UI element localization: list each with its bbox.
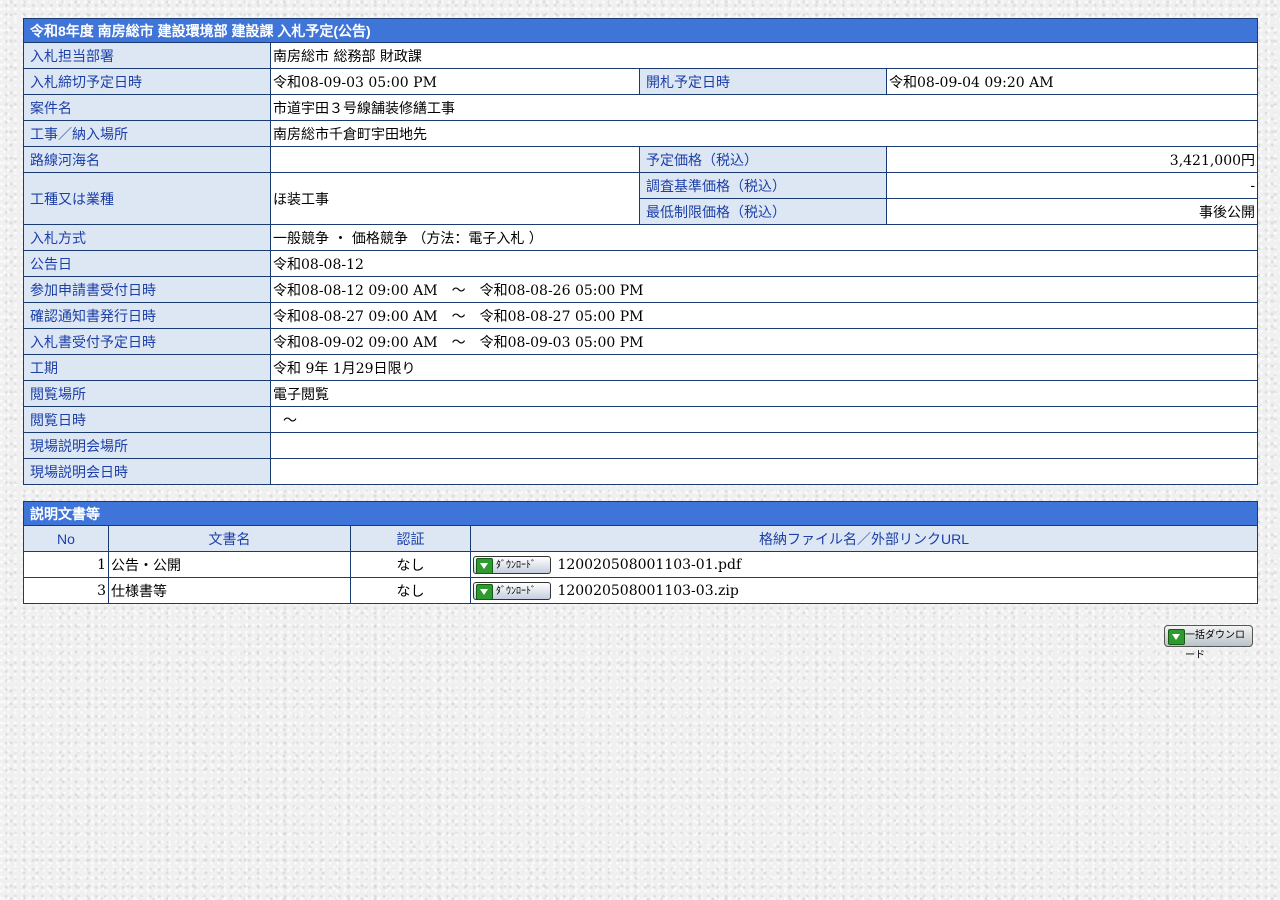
doc-file-name: 120020508001103-01.pdf (557, 556, 742, 573)
download-icon (476, 583, 493, 600)
docs-table: 説明文書等 No 文書名 認証 格納ファイル名／外部リンクURL 1 公告・公開… (23, 501, 1258, 604)
col-auth: 認証 (350, 525, 471, 552)
method-label: 入札方式 (23, 224, 271, 251)
bid-recv-value: 令和08-09-02 09:00 AM ～ 令和08-09-03 05:00 P… (269, 328, 1259, 355)
notice-value: 令和08-08-12 (269, 250, 1259, 277)
doc-no: 3 (23, 577, 109, 604)
download-button[interactable]: ﾀﾞｳﾝﾛｰﾄﾞ (473, 555, 551, 574)
bulk-download-button[interactable]: 一括ダウンロード (1164, 625, 1253, 661)
docs-title: 説明文書等 (23, 501, 1258, 526)
confirm-label: 確認通知書発行日時 (23, 302, 271, 329)
download-icon (1168, 629, 1185, 645)
bulk-download-label: 一括ダウンロード (1185, 630, 1245, 661)
site-time-label: 現場説明会日時 (23, 458, 271, 485)
bid-info-title: 令和8年度 南房総市 建設環境部 建設課 入札予定(公告) (22, 18, 1259, 43)
apply-value: 令和08-08-12 09:00 AM ～ 令和08-08-26 05:00 P… (269, 276, 1259, 303)
site-place-value (269, 432, 1259, 459)
view-place-value: 電子閲覧 (269, 380, 1259, 407)
est-price-value: 3,421,000円 (885, 146, 1259, 173)
opening-label: 開札予定日時 (639, 68, 887, 95)
location-value: 南房総市千倉町宇田地先 (269, 120, 1259, 147)
project-value: 市道宇田３号線舗装修繕工事 (269, 94, 1259, 121)
col-no: No (23, 525, 109, 552)
min-price-label: 最低制限価格（税込） (639, 198, 887, 225)
notice-label: 公告日 (23, 250, 271, 277)
download-icon (476, 557, 493, 574)
doc-name: 公告・公開 (108, 551, 351, 578)
doc-no: 1 (23, 551, 109, 578)
download-label: ﾀﾞｳﾝﾛｰﾄﾞ (496, 585, 536, 597)
doc-auth: なし (350, 577, 471, 604)
survey-price-label: 調査基準価格（税込） (639, 172, 887, 199)
download-button[interactable]: ﾀﾞｳﾝﾛｰﾄﾞ (473, 581, 551, 600)
doc-auth: なし (350, 551, 471, 578)
min-price-value: 事後公開 (885, 198, 1259, 225)
view-place-label: 閲覧場所 (23, 380, 271, 407)
download-label: ﾀﾞｳﾝﾛｰﾄﾞ (496, 559, 536, 571)
table-row: 3 仕様書等 なし ﾀﾞｳﾝﾛｰﾄﾞ 120020508001103-03.zi… (23, 577, 1258, 604)
project-label: 案件名 (23, 94, 271, 121)
type-label: 工種又は業種 (23, 172, 271, 225)
site-place-label: 現場説明会場所 (23, 432, 271, 459)
apply-label: 参加申請書受付日時 (23, 276, 271, 303)
period-value: 令和 9年 1月29日限り (269, 354, 1259, 381)
dept-label: 入札担当部署 (23, 42, 271, 69)
doc-file-cell: ﾀﾞｳﾝﾛｰﾄﾞ 120020508001103-01.pdf (470, 551, 1258, 578)
col-file: 格納ファイル名／外部リンクURL (470, 525, 1258, 552)
method-value: 一般競争 ・ 価格競争 （方法：電子入札 ） (269, 224, 1259, 251)
bid-recv-label: 入札書受付予定日時 (23, 328, 271, 355)
route-value (270, 146, 640, 173)
period-label: 工期 (23, 354, 271, 381)
survey-price-value: - (885, 172, 1259, 199)
est-price-label: 予定価格（税込） (639, 146, 887, 173)
doc-file-cell: ﾀﾞｳﾝﾛｰﾄﾞ 120020508001103-03.zip (470, 577, 1258, 604)
type-value: ほ装工事 (270, 172, 640, 225)
opening-value: 令和08-09-04 09:20 AM (885, 68, 1259, 95)
view-time-value: ～ (269, 406, 1259, 433)
dept-value: 南房総市 総務部 財政課 (269, 42, 1259, 69)
deadline-label: 入札締切予定日時 (23, 68, 271, 95)
deadline-value: 令和08-09-03 05:00 PM (270, 68, 640, 95)
doc-name: 仕様書等 (108, 577, 351, 604)
route-label: 路線河海名 (23, 146, 271, 173)
col-name: 文書名 (108, 525, 351, 552)
table-row: 1 公告・公開 なし ﾀﾞｳﾝﾛｰﾄﾞ 120020508001103-01.p… (23, 551, 1258, 578)
bid-info-table: 令和8年度 南房総市 建設環境部 建設課 入札予定(公告) 入札担当部署 南房総… (22, 18, 1259, 485)
doc-file-name: 120020508001103-03.zip (557, 582, 739, 599)
view-time-label: 閲覧日時 (23, 406, 271, 433)
site-time-value (269, 458, 1259, 485)
confirm-value: 令和08-08-27 09:00 AM ～ 令和08-08-27 05:00 P… (269, 302, 1259, 329)
location-label: 工事／納入場所 (23, 120, 271, 147)
